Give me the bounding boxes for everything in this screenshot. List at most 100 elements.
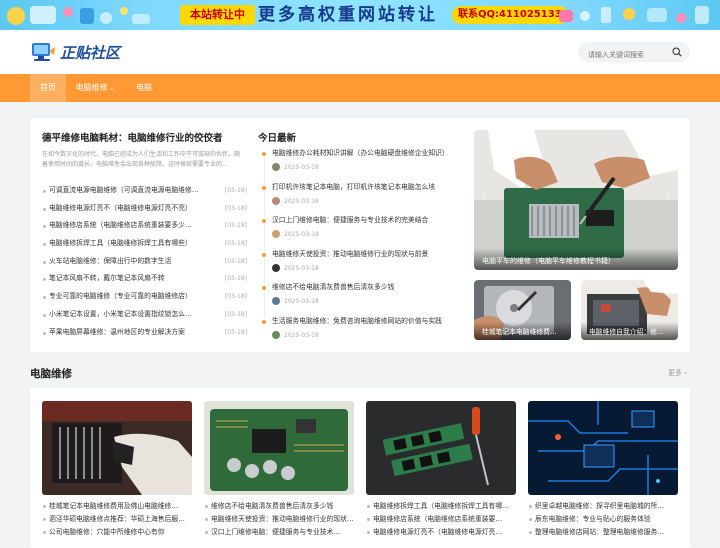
bullet-icon bbox=[43, 313, 46, 317]
banner-badge: 本站转让中 bbox=[180, 5, 255, 25]
list-item[interactable]: 整理电脑维修店网站：整理电脑维修服务… bbox=[528, 526, 678, 539]
avatar bbox=[272, 196, 280, 205]
search-box bbox=[578, 42, 690, 65]
list-item[interactable]: 电脑维修办公耗材知识讲解（办公电脑硬盘维修企业知识） 2025-03-18 bbox=[258, 148, 460, 184]
nav-computer[interactable]: 电脑 bbox=[128, 74, 160, 102]
featured-list: 可调直流电源电脑维修（可调直流电源电脑维修… [03-18] 电脑维修电源灯亮不（… bbox=[42, 182, 247, 341]
search-input[interactable] bbox=[588, 45, 674, 65]
article-list: 电脑维修拆焊工具（电脑维修拆焊工具有哪… 电脑维修店系统（电脑维修店系统重装要…… bbox=[366, 500, 516, 539]
item-date: [03-18] bbox=[224, 310, 247, 318]
list-item[interactable]: 电脑维修天使投资：推动电脑维修行业的现状… bbox=[204, 513, 354, 526]
timeline-dot-icon bbox=[262, 286, 266, 290]
thumbnail-caption: 电脑维修自我介绍：修… bbox=[581, 322, 678, 340]
blue-circuit-photo bbox=[528, 401, 678, 495]
avatar bbox=[272, 230, 280, 238]
featured-desc: 在如今数字化的时代，电脑已经成为人们生活和工作中不可或缺的伙伴。随着使用时间的增… bbox=[42, 151, 241, 168]
item-date: [03-18] bbox=[224, 293, 247, 301]
timeline-dot-icon bbox=[262, 219, 266, 223]
avatar bbox=[272, 163, 280, 171]
list-item[interactable]: 公司电脑维修：穴能中所维修中心有你 bbox=[42, 526, 192, 539]
timeline-dot-icon bbox=[262, 319, 266, 324]
list-item[interactable]: 笔记本风扇不转，戴尔笔记本风扇不转 [03-18] bbox=[42, 270, 247, 288]
thumbnail-card[interactable]: 电脑维修自我介绍：修… bbox=[581, 280, 678, 340]
article-list: 维修店不给电脑清灰费兽售后清灰多少钱 电脑维修天使投资：推动电脑维修行业的现状…… bbox=[204, 500, 354, 539]
timeline-dot-icon bbox=[262, 185, 266, 190]
list-item[interactable]: 电脑维修拆焊工具（电脑维修拆焊工具有哪… bbox=[366, 500, 516, 513]
bullet-icon bbox=[43, 296, 46, 300]
avatar bbox=[272, 330, 280, 339]
banner-right-decoration bbox=[559, 6, 709, 24]
gpu-repair-photo bbox=[42, 401, 192, 495]
article-column: 桂城笔记本电脑维修费用及佛山电脑维修… 泗泾华硕电脑维修点推荐：华硕上海售后服…… bbox=[42, 401, 192, 539]
list-item[interactable]: 汉口上门维修电脑：便捷服务与专业技术… bbox=[204, 526, 354, 539]
nav-computer-repair[interactable]: 电脑维修⌄ bbox=[70, 74, 120, 102]
article-column: 维修店不给电脑清灰费兽售后清灰多少钱 电脑维修天使投资：推动电脑维修行业的现状…… bbox=[204, 401, 354, 539]
list-item[interactable]: 电脑维修店系统（电脑维修店系统重装要… bbox=[366, 513, 516, 526]
slider-caption: 电脑平车的维修（电脑平车维修教程书籍） bbox=[474, 248, 678, 270]
featured-slider[interactable]: ‹ › 电脑平车的维修（电脑平车维修教程书籍） bbox=[474, 130, 678, 270]
site-header: 正贴社区 bbox=[0, 30, 720, 74]
list-item[interactable]: 维修店不给电脑清灰费兽售后清灰多少钱 bbox=[204, 500, 354, 513]
list-item[interactable]: 汉口上门维修电脑：便捷服务与专业技术的完美结合 2025-03-18 bbox=[258, 215, 460, 251]
list-item[interactable]: 维修店不给电脑清灰费兽售后清灰多少钱 2025-03-18 bbox=[258, 282, 460, 318]
bullet-icon bbox=[43, 190, 46, 193]
bullet-icon bbox=[43, 225, 46, 229]
list-item[interactable]: 苹果电脑屏幕维修：温州地区的专业解决方案 [03-18] bbox=[42, 324, 247, 342]
list-item[interactable]: 电脑维修拆焊工具（电脑维修拆焊工具有哪些） [03-18] bbox=[42, 235, 247, 253]
list-item[interactable]: 辰东电脑维修：专业与贴心的服务体验 bbox=[528, 513, 678, 526]
list-item[interactable]: 可调直流电源电脑维修（可调直流电源电脑维修… [03-18] bbox=[42, 182, 247, 200]
list-item[interactable]: 打印机许垓笔记本电脑，打印机许垓笔记本电脑怎么垓 2025-03-18 bbox=[258, 182, 460, 218]
chevron-down-icon: ⌄ bbox=[108, 84, 115, 92]
item-date: [03-18] bbox=[224, 187, 247, 194]
bullet-icon bbox=[43, 260, 46, 264]
slider-prev-icon[interactable]: ‹ bbox=[482, 192, 486, 203]
search-icon[interactable] bbox=[672, 47, 682, 57]
timeline-dot-icon bbox=[262, 152, 266, 156]
bullet-icon bbox=[43, 331, 46, 335]
more-link[interactable]: 更多 › bbox=[668, 368, 687, 378]
list-item[interactable]: 生活服务电脑维修：免费咨询电脑维修网站的价值与实践 2025-03-18 bbox=[258, 316, 460, 350]
today-list: 电脑维修办公耗材知识讲解（办公电脑硬盘维修企业知识） 2025-03-18 打印机… bbox=[258, 148, 460, 349]
article-list: 桂城笔记本电脑维修费用及佛山电脑维修… 泗泾华硕电脑维修点推荐：华硕上海售后服…… bbox=[42, 500, 192, 539]
today-title: 今日最新 bbox=[258, 133, 297, 144]
avatar bbox=[272, 297, 280, 305]
list-item[interactable]: 电脑维修天使投资：推动电脑维修行业的现状与前景 2025-03-18 bbox=[258, 249, 460, 285]
article-thumbnail[interactable] bbox=[42, 401, 192, 495]
top-banner-ad[interactable]: 本站转让中 更多高权重网站转让 联系QQ:411025133 bbox=[0, 0, 720, 30]
article-list: 织里卓越电脑维修：探寻织里电脑城的所… 辰东电脑维修：专业与贴心的服务体验 整理… bbox=[528, 500, 678, 539]
item-date: [03-18] bbox=[224, 275, 247, 283]
list-item[interactable]: 电脑维修店系统（电脑维修店系统重装要多少… [03-18] bbox=[42, 217, 247, 235]
article-thumbnail[interactable] bbox=[366, 401, 516, 495]
item-date: [03-18] bbox=[224, 240, 247, 248]
bullet-icon bbox=[43, 278, 46, 282]
article-thumbnail[interactable] bbox=[528, 401, 678, 495]
list-item[interactable]: 桂城笔记本电脑维修费用及佛山电脑维修… bbox=[42, 500, 192, 513]
logo-computer-icon bbox=[32, 43, 55, 61]
featured-card: 德平维修电脑耗材：电脑维修行业的佼佼者 在如今数字化的时代，电脑已经成为人们生活… bbox=[30, 118, 690, 352]
list-item[interactable]: 电脑维修电源灯亮不（电脑维修电源灯亮不亮） [03-18] bbox=[42, 200, 247, 218]
slider-next-icon[interactable]: › bbox=[666, 192, 670, 203]
banner-contact: 联系QQ:411025133 bbox=[452, 6, 568, 24]
list-item[interactable]: 泗泾华硕电脑维修点推荐：华硕上海售后服… bbox=[42, 513, 192, 526]
section-title: 电脑维修 bbox=[30, 368, 72, 380]
thumbnail-card[interactable]: 桂城笔记本电脑维修费… bbox=[474, 280, 571, 340]
item-date: [03-18] bbox=[224, 222, 247, 230]
article-thumbnail[interactable] bbox=[204, 401, 354, 495]
site-logo[interactable]: 正贴社区 bbox=[30, 38, 120, 66]
bullet-icon bbox=[43, 207, 46, 211]
timeline-dot-icon bbox=[262, 252, 266, 257]
bullet-icon bbox=[43, 243, 46, 247]
banner-left-decoration bbox=[7, 6, 150, 25]
item-date: [03-18] bbox=[224, 328, 247, 336]
list-item[interactable]: 电脑维修电源灯亮不（电脑维修电源灯亮… bbox=[366, 526, 516, 539]
list-item[interactable]: 织里卓越电脑维修：探寻织里电脑城的所… bbox=[528, 500, 678, 513]
list-item[interactable]: 小米笔记本设置，小米笔记本设置指纹锁怎么… [03-18] bbox=[42, 306, 247, 324]
list-item[interactable]: 专业可靠的电脑维修（专业可靠的电脑维修店） [03-18] bbox=[42, 288, 247, 306]
list-item[interactable]: 火车站电脑维修：保障出行中的数字生活 [03-18] bbox=[42, 253, 247, 271]
article-column: 电脑维修拆焊工具（电脑维修拆焊工具有哪… 电脑维修店系统（电脑维修店系统重装要…… bbox=[366, 401, 516, 539]
logo-text: 正贴社区 bbox=[60, 43, 121, 62]
avatar bbox=[272, 263, 280, 272]
circuit-board-photo bbox=[204, 401, 354, 495]
featured-title[interactable]: 德平维修电脑耗材：电脑维修行业的佼佼者 bbox=[42, 130, 223, 144]
nav-home[interactable]: 首页 bbox=[30, 74, 66, 102]
